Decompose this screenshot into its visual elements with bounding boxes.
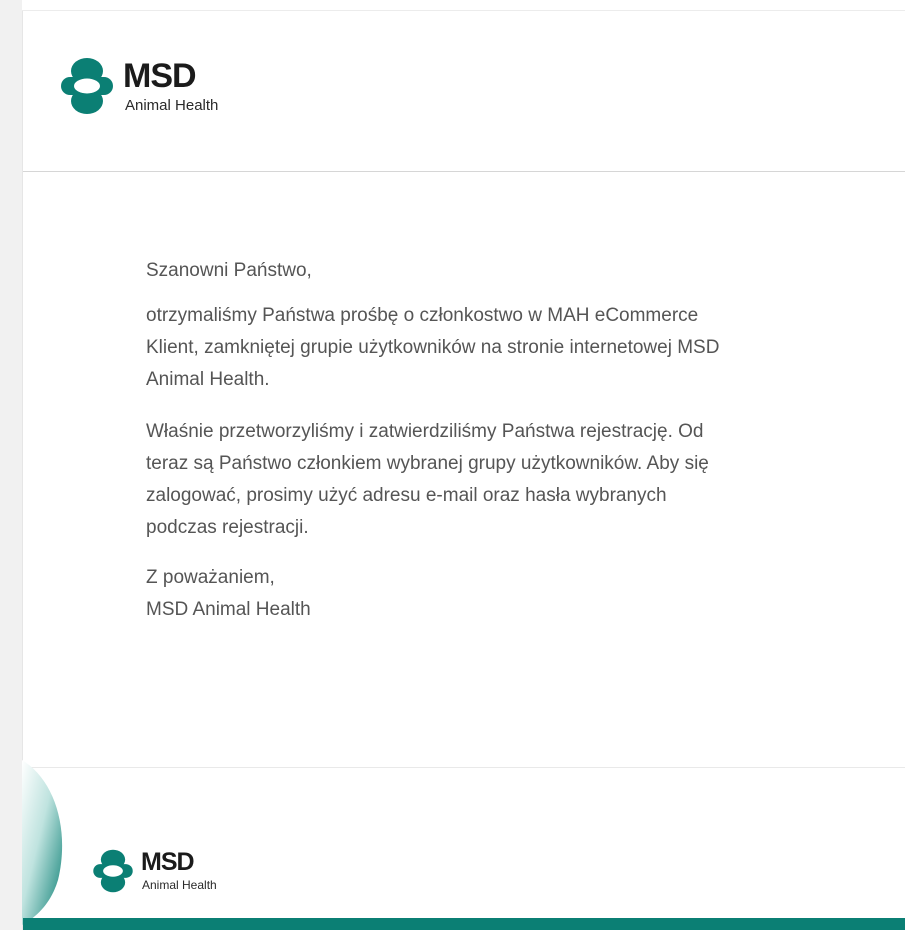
text-line: Właśnie przetworzyliśmy i zatwierdziliśm… [146, 421, 704, 442]
logo-subtitle: Animal Health [142, 878, 217, 892]
footer-band [23, 918, 905, 930]
msd-logo-mark-icon [61, 58, 113, 114]
paragraph-membership-request: otrzymaliśmy Państwa prośbę o członkostw… [146, 300, 866, 396]
signature: MSD Animal Health [146, 599, 311, 620]
text-line: podczas rejestracji. [146, 517, 309, 538]
closing-text: Z poważaniem, [146, 567, 275, 588]
text-line: Animal Health. [146, 369, 270, 390]
closing: Z poważaniem, MSD Animal Health [146, 562, 866, 626]
text-line: Klient, zamkniętej grupie użytkowników n… [146, 337, 720, 358]
text-line: otrzymaliśmy Państwa prośbę o członkostw… [146, 305, 699, 326]
text-line: teraz są Państwo członkiem wybranej grup… [146, 453, 709, 474]
greeting: Szanowni Państwo, [146, 260, 312, 281]
logo-subtitle: Animal Health [125, 96, 219, 114]
header-divider [23, 171, 905, 172]
logo-wordmark: MSD [123, 56, 197, 95]
footer-divider [23, 767, 905, 768]
footer-swoosh-decoration [22, 760, 63, 925]
message-body: Szanowni Państwo, otrzymaliśmy Państwa p… [146, 255, 866, 626]
logo-wordmark: MSD [141, 848, 195, 876]
paragraph-registration-approved: Właśnie przetworzyliśmy i zatwierdziliśm… [146, 416, 866, 544]
header-logo: MSD Animal Health [61, 57, 218, 115]
text-line: zalogować, prosimy użyć adresu e-mail or… [146, 485, 667, 506]
footer-logo: MSD Animal Health [93, 849, 217, 893]
msd-logo-mark-icon [93, 849, 133, 893]
